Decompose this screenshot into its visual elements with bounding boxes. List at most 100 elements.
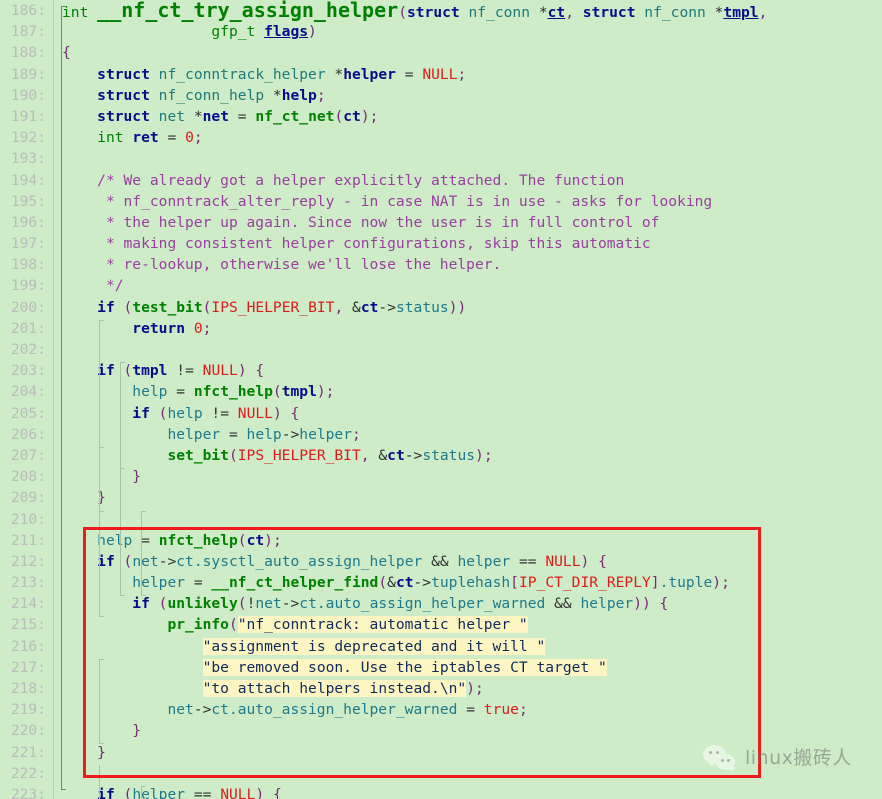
line-number-200: 200:	[10, 298, 46, 316]
code-line-192[interactable]: 192: int ret = 0;	[0, 127, 882, 149]
line-number-218: 218:	[10, 680, 46, 697]
gutter-separator	[53, 317, 54, 339]
line-number-221: 221:	[10, 743, 46, 761]
gutter-separator	[53, 572, 54, 594]
gutter-separator	[53, 678, 54, 700]
code-text-190: struct nf_conn_help *help;	[97, 86, 326, 104]
code-line-215[interactable]: 215: pr_info("nf_conntrack: automatic he…	[0, 614, 882, 636]
line-number-190: 190:	[10, 86, 46, 104]
gutter-separator	[53, 254, 54, 276]
line-number-187: 187:	[10, 23, 46, 41]
code-text-212: if (net->ct.sysctl_auto_assign_helper &&…	[97, 552, 607, 570]
code-line-208[interactable]: 208: }	[0, 466, 882, 488]
code-line-211[interactable]: 211: help = nfct_help(ct);	[0, 529, 882, 551]
code-line-197[interactable]: 197: * making consistent helper configur…	[0, 233, 882, 255]
line-number-194: 194:	[10, 171, 46, 189]
code-text-219: net->ct.auto_assign_helper_warned = true…	[167, 701, 528, 719]
line-number-193: 193:	[10, 150, 46, 168]
gutter-separator	[53, 21, 54, 43]
code-line-209[interactable]: 209: }	[0, 487, 882, 509]
gutter-separator	[53, 211, 54, 234]
code-line-205[interactable]: 205: if (help != NULL) {	[0, 402, 882, 424]
indent-guide	[99, 659, 104, 744]
code-line-213[interactable]: 213: helper = __nf_ct_helper_find(&ct->t…	[0, 572, 882, 594]
code-text-192: int ret = 0;	[97, 129, 203, 147]
line-number-212: 212:	[10, 552, 46, 570]
line-number-217: 217:	[10, 658, 46, 676]
code-text-214: if (unlikely(!net->ct.auto_assign_helper…	[132, 595, 669, 613]
code-line-214[interactable]: 214: if (unlikely(!net->ct.auto_assign_h…	[0, 593, 882, 615]
line-number-222: 222:	[10, 764, 46, 782]
indent-guide	[120, 362, 125, 469]
code-line-216[interactable]: 216: "assignment is deprecated and it wi…	[0, 635, 882, 657]
indent-guide	[99, 447, 104, 617]
line-number-204: 204:	[10, 383, 46, 401]
line-number-188: 188:	[10, 44, 46, 62]
code-text-205: if (help != NULL) {	[132, 404, 300, 422]
code-text-194: /* We already got a helper explicitly at…	[97, 171, 625, 189]
line-number-214: 214:	[10, 595, 46, 613]
code-lines-container[interactable]: 186: int __nf_ct_try_assign_helper(struct…	[0, 0, 882, 799]
gutter-separator	[53, 487, 54, 509]
code-line-206[interactable]: 206: helper = help->helper;	[0, 423, 882, 445]
code-line-190[interactable]: 190: struct nf_conn_help *help;	[0, 84, 882, 106]
code-line-200[interactable]: 200: if (test_bit(IPS_HELPER_BIT, &ct->s…	[0, 296, 882, 318]
indent-guide	[141, 786, 146, 799]
gutter-separator	[53, 296, 54, 318]
code-line-219[interactable]: 219: net->ct.auto_assign_helper_warned =…	[0, 699, 882, 721]
gutter-separator	[53, 0, 54, 22]
code-line-187[interactable]: 187: gfp_t flags)	[0, 21, 882, 43]
code-line-193[interactable]: 193:	[0, 148, 882, 170]
indent-guide	[99, 765, 100, 799]
code-text-197: * making consistent helper configuration…	[105, 235, 651, 253]
code-line-201[interactable]: 201: return 0;	[0, 317, 882, 339]
line-number-213: 213:	[10, 574, 46, 592]
wechat-icon	[703, 745, 737, 773]
code-line-189[interactable]: 189: struct nf_conntrack_helper *helper …	[0, 63, 882, 85]
line-number-195: 195:	[10, 192, 46, 210]
code-line-212[interactable]: 212: if (net->ct.sysctl_auto_assign_help…	[0, 550, 882, 573]
code-line-223[interactable]: 223: if (helper == NULL) {	[0, 783, 882, 799]
code-line-195[interactable]: 195: * nf_conntrack_alter_reply - in cas…	[0, 190, 882, 212]
watermark: linux搬砖人	[703, 745, 852, 773]
code-line-218[interactable]: 218: "to attach helpers instead.\n");	[0, 678, 882, 700]
gutter-separator	[53, 720, 54, 742]
code-line-191[interactable]: 191: struct net *net = nf_ct_net(ct);	[0, 105, 882, 128]
gutter-separator	[53, 423, 54, 445]
gutter-separator	[53, 42, 54, 64]
code-line-204[interactable]: 204: help = nfct_help(tmpl);	[0, 381, 882, 403]
gutter-separator	[53, 593, 54, 615]
code-line-194[interactable]: 194: /* We already got a helper explicit…	[0, 169, 882, 191]
line-number-216: 216:	[10, 637, 46, 655]
code-line-188[interactable]: 188:{	[0, 42, 882, 64]
watermark-label: linux搬砖人	[745, 747, 852, 770]
code-line-198[interactable]: 198: * re-lookup, otherwise we'll lose t…	[0, 254, 882, 276]
code-text-195: * nf_conntrack_alter_reply - in case NAT…	[105, 192, 713, 210]
line-number-189: 189:	[10, 65, 46, 83]
line-number-210: 210:	[10, 510, 46, 528]
gutter-separator	[53, 381, 54, 403]
code-line-207[interactable]: 207: set_bit(IPS_HELPER_BIT, &ct->status…	[0, 444, 882, 467]
code-line-196[interactable]: 196: * the helper up again. Since now th…	[0, 211, 882, 234]
code-line-220[interactable]: 220: }	[0, 720, 882, 742]
line-number-202: 202:	[10, 341, 46, 358]
line-number-196: 196:	[10, 213, 46, 231]
code-line-203[interactable]: 203: if (tmpl != NULL) {	[0, 360, 882, 382]
code-line-217[interactable]: 217: "be removed soon. Use the iptables …	[0, 656, 882, 678]
line-number-201: 201:	[10, 319, 46, 337]
line-number-215: 215:	[10, 616, 46, 634]
line-number-191: 191:	[10, 107, 46, 125]
gutter-separator	[53, 84, 54, 106]
line-number-205: 205:	[10, 404, 46, 422]
gutter-separator	[53, 275, 54, 297]
gutter-separator	[53, 105, 54, 128]
gutter-separator	[53, 233, 54, 255]
code-text-196: * the helper up again. Since now the use…	[105, 213, 660, 231]
line-number-199: 199:	[10, 277, 46, 295]
code-line-202[interactable]: 202:	[0, 339, 882, 361]
code-line-210[interactable]: 210:	[0, 508, 882, 530]
line-number-208: 208:	[10, 468, 46, 486]
code-line-199[interactable]: 199: */	[0, 275, 882, 297]
code-line-186[interactable]: 186: int __nf_ct_try_assign_helper(struct…	[0, 0, 882, 22]
code-text-198: * re-lookup, otherwise we'll lose the he…	[105, 256, 502, 274]
